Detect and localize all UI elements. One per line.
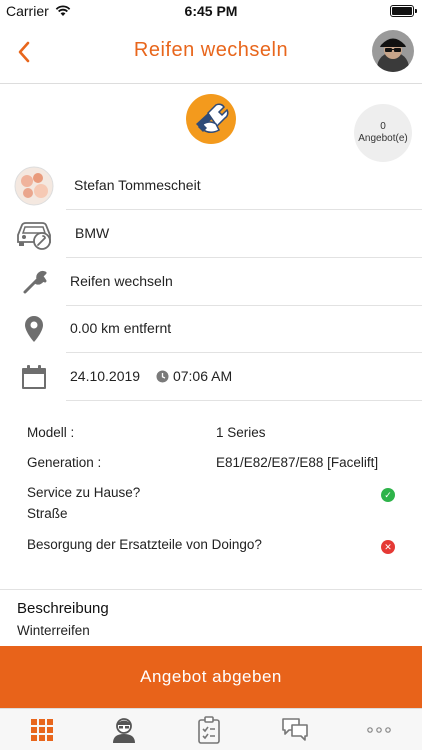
date-text: 24.10.2019	[70, 368, 141, 384]
page-title: Reifen wechseln	[133, 39, 289, 61]
tab-more[interactable]	[364, 715, 394, 745]
location-pin-icon	[14, 311, 54, 347]
generation-value: E81/E82/E87/E88 [Facelift]	[216, 455, 379, 470]
clipboard-icon	[198, 716, 220, 744]
cross-icon: ✕	[381, 540, 395, 554]
more-icon	[367, 727, 391, 733]
row-divider	[66, 400, 422, 401]
service-name: Reifen wechseln	[70, 273, 173, 289]
customer-name: Stefan Tommescheit	[74, 177, 201, 193]
datetime-row: 24.10.2019 07:06 AM	[0, 353, 422, 401]
status-time: 6:45 PM	[184, 3, 238, 19]
description-title: Beschreibung	[17, 600, 109, 617]
nav-bar: Reifen wechseln	[0, 22, 422, 84]
distance-text: 0.00 km entfernt	[70, 320, 172, 336]
tab-bar	[0, 708, 422, 750]
tab-dashboard[interactable]	[27, 715, 57, 745]
time-text: 07:06 AM	[172, 368, 233, 384]
customer-row[interactable]: Stefan Tommescheit	[0, 162, 422, 210]
car-brand: BMW	[75, 225, 110, 241]
parts-label: Besorgung der Ersatzteile von Doingo?	[27, 537, 262, 552]
home-service-sub: Straße	[27, 506, 68, 521]
status-bar: Carrier 6:45 PM	[0, 0, 422, 22]
model-label: Modell :	[27, 425, 75, 440]
service-row: Reifen wechseln	[0, 258, 422, 306]
home-service-label: Service zu Hause?	[27, 485, 141, 500]
tab-orders[interactable]	[194, 715, 224, 745]
offer-count-badge[interactable]: 0 Angebot(e)	[354, 104, 412, 162]
datetime-text: 24.10.2019 07:06 AM	[70, 368, 232, 384]
generation-label: Generation :	[27, 455, 102, 470]
model-value: 1 Series	[216, 425, 266, 440]
section-divider	[0, 589, 422, 590]
distance-row: 0.00 km entfernt	[0, 305, 422, 353]
service-wrench-icon	[186, 94, 236, 144]
clock-icon	[156, 370, 169, 383]
tab-profile[interactable]	[109, 715, 139, 745]
customer-avatar	[14, 166, 54, 206]
checkmark-icon: ✓	[381, 488, 395, 502]
tab-messages[interactable]	[280, 715, 310, 745]
car-brand-row: BMW	[0, 210, 422, 258]
wrench-icon	[14, 264, 54, 300]
chat-icon	[282, 718, 308, 741]
grid-icon	[31, 719, 53, 741]
user-avatar[interactable]	[372, 30, 414, 72]
submit-offer-button[interactable]: Angebot abgeben	[0, 646, 422, 708]
car-wrench-icon	[14, 216, 54, 252]
description-text: Winterreifen	[17, 623, 90, 638]
profile-icon	[113, 718, 135, 743]
calendar-icon	[14, 359, 54, 395]
battery-icon	[390, 5, 417, 17]
